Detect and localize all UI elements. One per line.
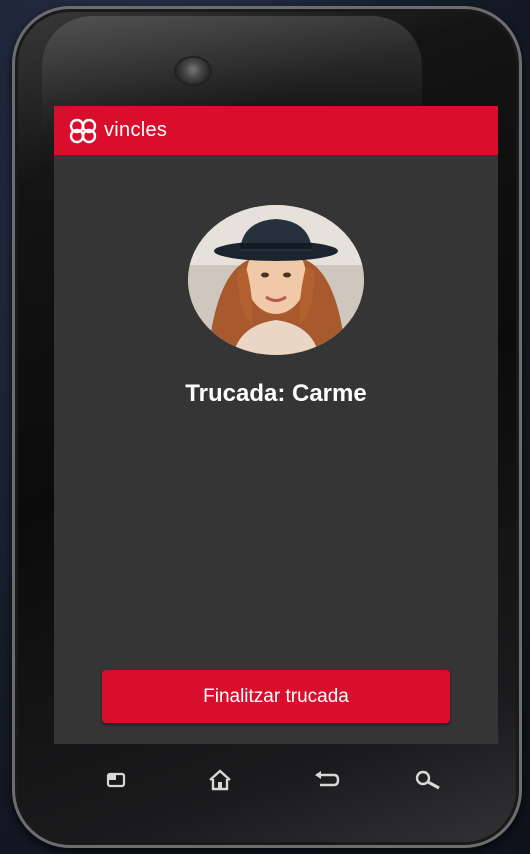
back-icon [315,771,340,787]
caller-avatar [188,205,364,355]
app-name: vincles [104,119,168,141]
menu-key[interactable] [98,762,134,798]
search-icon [415,770,440,790]
vincles-logo-icon [69,118,97,143]
phone-screen: vincles Trucada: Carme Finalitzar trucad… [54,106,498,744]
front-camera [176,58,210,84]
end-call-button[interactable]: Finalitzar trucada [102,670,450,723]
search-key[interactable] [410,762,446,798]
menu-icon [106,772,126,788]
home-icon [209,769,231,791]
home-key[interactable] [202,762,238,798]
phone-frame: vincles Trucada: Carme Finalitzar trucad… [12,6,522,848]
back-key[interactable] [308,762,344,798]
call-title: Trucada: Carme [185,380,367,407]
caller-photo-icon [188,205,364,355]
app-bar: vincles [54,106,498,155]
background: vincles Trucada: Carme Finalitzar trucad… [0,0,530,854]
